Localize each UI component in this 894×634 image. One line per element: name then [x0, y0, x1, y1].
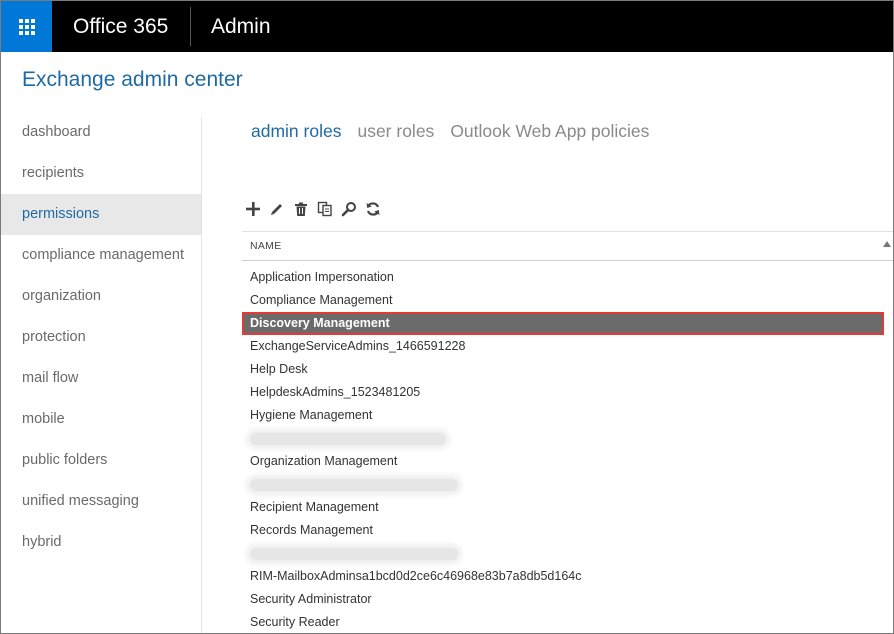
tab-admin-roles[interactable]: admin roles [251, 121, 341, 142]
list-item-redacted[interactable] [242, 473, 893, 496]
topbar-divider [190, 7, 191, 46]
copy-icon [317, 201, 332, 217]
list-item[interactable]: Hygiene Management [242, 404, 893, 427]
roles-list: Application Impersonation Compliance Man… [242, 266, 893, 633]
nav-item-dashboard[interactable]: dashboard [1, 112, 201, 153]
search-button[interactable] [339, 199, 359, 219]
pencil-icon [271, 204, 282, 215]
brand-title[interactable]: Office 365 [73, 1, 168, 52]
sort-ascending-icon[interactable] [883, 241, 891, 247]
app-launcher-button[interactable] [1, 1, 52, 52]
list-item[interactable]: RIM-MailboxAdminsa1bcd0d2ce6c46968e83b7a… [242, 565, 893, 588]
top-bar: Office 365 Admin [1, 1, 893, 52]
page-title: Exchange admin center [22, 68, 243, 91]
nav-item-public-folders[interactable]: public folders [1, 440, 201, 481]
tab-bar: admin roles user roles Outlook Web App p… [251, 121, 665, 142]
tab-outlook-web-app-policies[interactable]: Outlook Web App policies [450, 121, 649, 142]
refresh-icon [366, 202, 380, 216]
nav-item-unified-messaging[interactable]: unified messaging [1, 481, 201, 522]
list-item-redacted[interactable] [242, 427, 893, 450]
plus-icon [246, 202, 260, 216]
toolbar [243, 199, 387, 219]
nav-item-hybrid[interactable]: hybrid [1, 522, 201, 563]
nav-item-protection[interactable]: protection [1, 317, 201, 358]
redaction-blur [250, 433, 446, 445]
nav-item-mail-flow[interactable]: mail flow [1, 358, 201, 399]
list-item[interactable]: Organization Management [242, 450, 893, 473]
list-item-redacted[interactable] [242, 542, 893, 565]
nav-item-recipients[interactable]: recipients [1, 153, 201, 194]
search-icon [341, 202, 356, 217]
list-item[interactable]: Records Management [242, 519, 893, 542]
column-header-name[interactable]: NAME [250, 240, 282, 252]
list-item-selected[interactable]: Discovery Management [242, 312, 884, 335]
list-item[interactable]: Application Impersonation [242, 266, 893, 289]
copy-button[interactable] [315, 199, 335, 219]
list-header: NAME [242, 231, 893, 261]
nav-item-permissions[interactable]: permissions [1, 194, 201, 235]
tab-user-roles[interactable]: user roles [357, 121, 434, 142]
waffle-icon [18, 18, 35, 35]
delete-button[interactable] [291, 199, 311, 219]
list-item[interactable]: ExchangeServiceAdmins_1466591228 [242, 335, 893, 358]
list-item[interactable]: Security Reader [242, 611, 893, 633]
nav-divider [201, 117, 202, 633]
app-title[interactable]: Admin [211, 1, 271, 52]
nav-item-mobile[interactable]: mobile [1, 399, 201, 440]
list-item[interactable]: Security Administrator [242, 588, 893, 611]
list-item[interactable]: Help Desk [242, 358, 893, 381]
redaction-blur [250, 479, 458, 491]
trash-icon [295, 202, 307, 216]
nav-item-organization[interactable]: organization [1, 276, 201, 317]
nav-item-compliance-management[interactable]: compliance management [1, 235, 201, 276]
left-navigation: dashboard recipients permissions complia… [1, 112, 201, 563]
redaction-blur [250, 548, 458, 560]
refresh-button[interactable] [363, 199, 383, 219]
new-button[interactable] [243, 199, 263, 219]
list-item[interactable]: HelpdeskAdmins_1523481205 [242, 381, 893, 404]
list-item[interactable]: Compliance Management [242, 289, 893, 312]
app-window: Office 365 Admin Exchange admin center d… [0, 0, 894, 634]
edit-button[interactable] [267, 199, 287, 219]
list-item[interactable]: Recipient Management [242, 496, 893, 519]
